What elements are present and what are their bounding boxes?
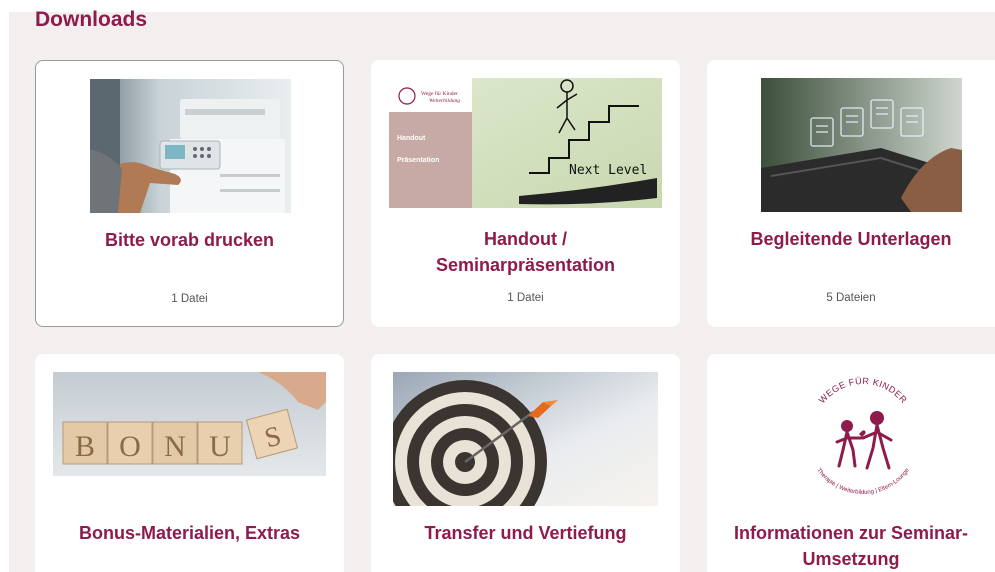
laptop-documents-image (761, 78, 962, 212)
card-title: Begleitende Unterlagen (750, 229, 952, 249)
card-title-line2: Seminarpräsentation (435, 255, 616, 275)
wege-fuer-kinder-logo: WEGE FÜR KINDER Therapie | Weiterbildung… (793, 372, 933, 502)
logo-arc-bottom: Therapie | Weiterbildung | Eltern-Lounge (815, 467, 911, 496)
thumb-next-level: Next Level (569, 163, 647, 178)
section-title: Downloads (35, 8, 148, 31)
block-letter: O (119, 430, 141, 463)
file-count: 1 Datei (507, 292, 544, 304)
download-card-bonus[interactable]: B O N U S Bonus-Materialien, Extras (35, 354, 344, 572)
thumb-label-handout: Handout (397, 135, 426, 142)
block-letter: N (164, 430, 186, 463)
logo-arc-top: WEGE FÜR KINDER (817, 376, 909, 405)
svg-text:WEGE FÜR KINDER: WEGE FÜR KINDER (817, 376, 909, 405)
download-card-info[interactable]: WEGE FÜR KINDER Therapie | Weiterbildung… (707, 354, 995, 572)
thumb-label-praesentation: Präsentation (397, 157, 439, 164)
dartboard-image (393, 372, 658, 506)
svg-text:Therapie | Weiterbildung | Elt: Therapie | Weiterbildung | Eltern-Lounge (815, 467, 911, 496)
thumb-logo-text: Wege für Kinder (421, 90, 458, 97)
file-count: 1 Datei (171, 293, 208, 305)
file-count: 5 Dateien (826, 292, 876, 304)
download-card-unterlagen[interactable]: Begleitende Unterlagen 5 Dateien (707, 60, 995, 327)
thumb-logo-sub: Weiterbildung (429, 98, 460, 104)
download-card-print[interactable]: Bitte vorab drucken 1 Datei (35, 60, 344, 327)
printer-image (90, 79, 291, 213)
card-title-line1: Informationen zur Seminar- (733, 523, 969, 543)
card-title: Transfer und Vertiefung (424, 523, 627, 543)
card-title: Bonus-Materialien, Extras (78, 523, 301, 543)
block-letter: B (75, 430, 95, 463)
card-title-line2: Umsetzung (802, 549, 900, 569)
download-card-handout[interactable]: Wege für Kinder Weiterbildung Handout Pr… (371, 60, 680, 327)
block-letter: U (209, 430, 231, 463)
download-card-transfer[interactable]: Transfer und Vertiefung (371, 354, 680, 572)
next-level-image: Wege für Kinder Weiterbildung Handout Pr… (389, 78, 662, 208)
card-title-line1: Handout / (484, 229, 567, 249)
bonus-blocks-image: B O N U S (53, 372, 326, 476)
card-title: Bitte vorab drucken (104, 230, 275, 250)
